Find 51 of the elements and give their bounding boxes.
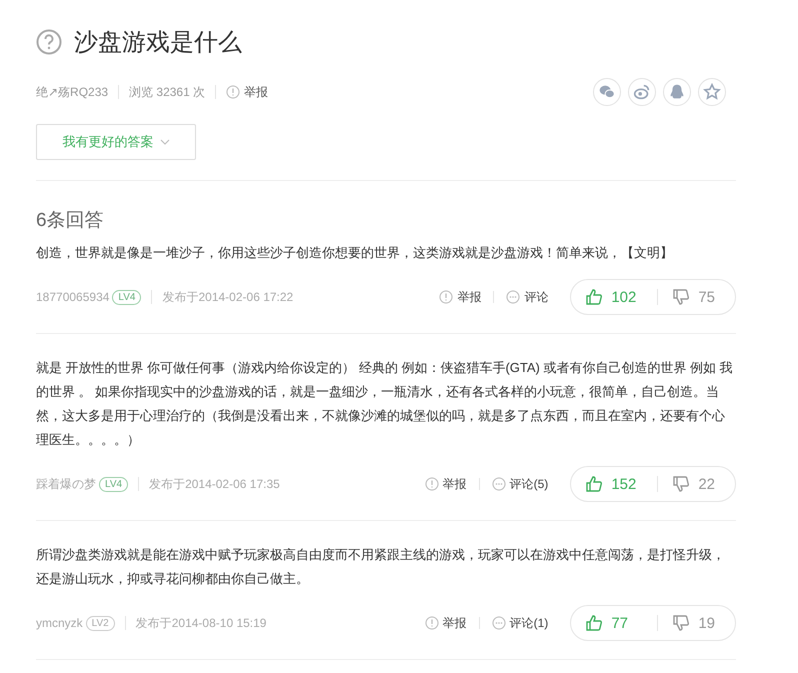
report-link[interactable]: 举报 bbox=[442, 476, 467, 492]
eye-icon bbox=[632, 82, 652, 102]
user-name[interactable]: 踩着爆の梦 bbox=[36, 476, 96, 492]
better-answer-button[interactable]: 我有更好的答案 bbox=[36, 124, 196, 160]
warning-icon bbox=[226, 85, 240, 99]
warning-icon bbox=[424, 616, 439, 630]
like-button[interactable]: 102 bbox=[585, 288, 650, 306]
star-icon bbox=[702, 82, 722, 102]
chevron-icon bbox=[160, 139, 170, 145]
like-button[interactable]: 77 bbox=[585, 614, 650, 632]
user-name[interactable]: 18770065934 bbox=[36, 290, 110, 304]
comment-icon bbox=[492, 616, 506, 630]
share-button[interactable] bbox=[663, 78, 691, 106]
comment-link[interactable]: 评论(5) bbox=[510, 476, 548, 492]
dislike-button[interactable]: 19 bbox=[672, 614, 715, 632]
post-date: 发布于2014-02-06 17:35 bbox=[149, 476, 280, 492]
level-badge: LV4 bbox=[99, 476, 128, 492]
warning-icon bbox=[424, 477, 439, 491]
comment-icon bbox=[492, 477, 506, 491]
answer-text: 就是 开放性的世界 你可做任何事（游戏内给你设定的） 经典的 例如：侠盗猎车手(GTA) 或者有你自己创造的世界 例如 我的世界 。 如果你指现实中的沙盘游戏的话，就是一盘细沙，一瓶清水，还有各式各样的小玩意，很简单，自己创造。当然，这大多是用于心理治疗的（我倒是没看出来，不就像沙滩的城堡似的吗，就是多了点东西，而且在室内，还要有个心理医生。。。。） bbox=[36, 359, 734, 449]
thumbs-up-icon bbox=[585, 614, 604, 632]
view-count: 浏览 32361 次 bbox=[129, 84, 206, 100]
answer-text: 所谓沙盘类游戏就是能在游戏中赋予玩家极高自由度而不用紧跟主线的游戏，玩家可以在游戏中任意闯荡，是打怪升级，还是游山玩水，抑或寻花问柳都由你自己做主。 bbox=[36, 546, 726, 588]
like-button[interactable]: 152 bbox=[585, 475, 650, 493]
thumbs-up-icon bbox=[585, 475, 604, 493]
report-link[interactable]: 举报 bbox=[442, 614, 467, 632]
post-date: 发布于2014-08-10 15:19 bbox=[136, 614, 266, 632]
dislike-button[interactable]: 75 bbox=[672, 288, 715, 306]
question-title: 沙盘游戏是什么 bbox=[74, 28, 242, 58]
share-button[interactable] bbox=[593, 78, 621, 106]
post-date: 发布于2014-02-06 17:22 bbox=[162, 288, 294, 306]
report-link[interactable]: 举报 bbox=[457, 288, 482, 306]
warning-icon bbox=[439, 290, 454, 304]
thumbs-up-icon bbox=[585, 288, 604, 306]
comment-link[interactable]: 评论 bbox=[524, 288, 548, 306]
report-link[interactable]: 举报 bbox=[244, 84, 268, 100]
share-button[interactable] bbox=[628, 78, 656, 106]
level-badge: LV2 bbox=[86, 616, 115, 630]
thumbs-down-icon bbox=[672, 614, 690, 632]
answer-text: 创造，世界就是像是一堆沙子，你用这些沙子创造你想要的世界，这类游戏就是沙盘游戏！简单来说，【文明】 bbox=[36, 244, 674, 262]
comment-icon bbox=[506, 290, 520, 304]
answers-heading: 6条回答 bbox=[36, 209, 105, 233]
comment-link[interactable]: 评论(1) bbox=[510, 614, 548, 632]
thumbs-down-icon bbox=[672, 475, 690, 493]
thumbs-down-icon bbox=[672, 288, 690, 306]
share-button[interactable] bbox=[698, 78, 726, 106]
user-name[interactable]: ymcnyzk bbox=[36, 616, 83, 630]
level-badge: LV4 bbox=[112, 290, 142, 304]
dislike-button[interactable]: 22 bbox=[672, 475, 715, 493]
author-name[interactable]: 绝↗殇RQ233 bbox=[36, 84, 108, 100]
question-icon bbox=[36, 29, 62, 55]
